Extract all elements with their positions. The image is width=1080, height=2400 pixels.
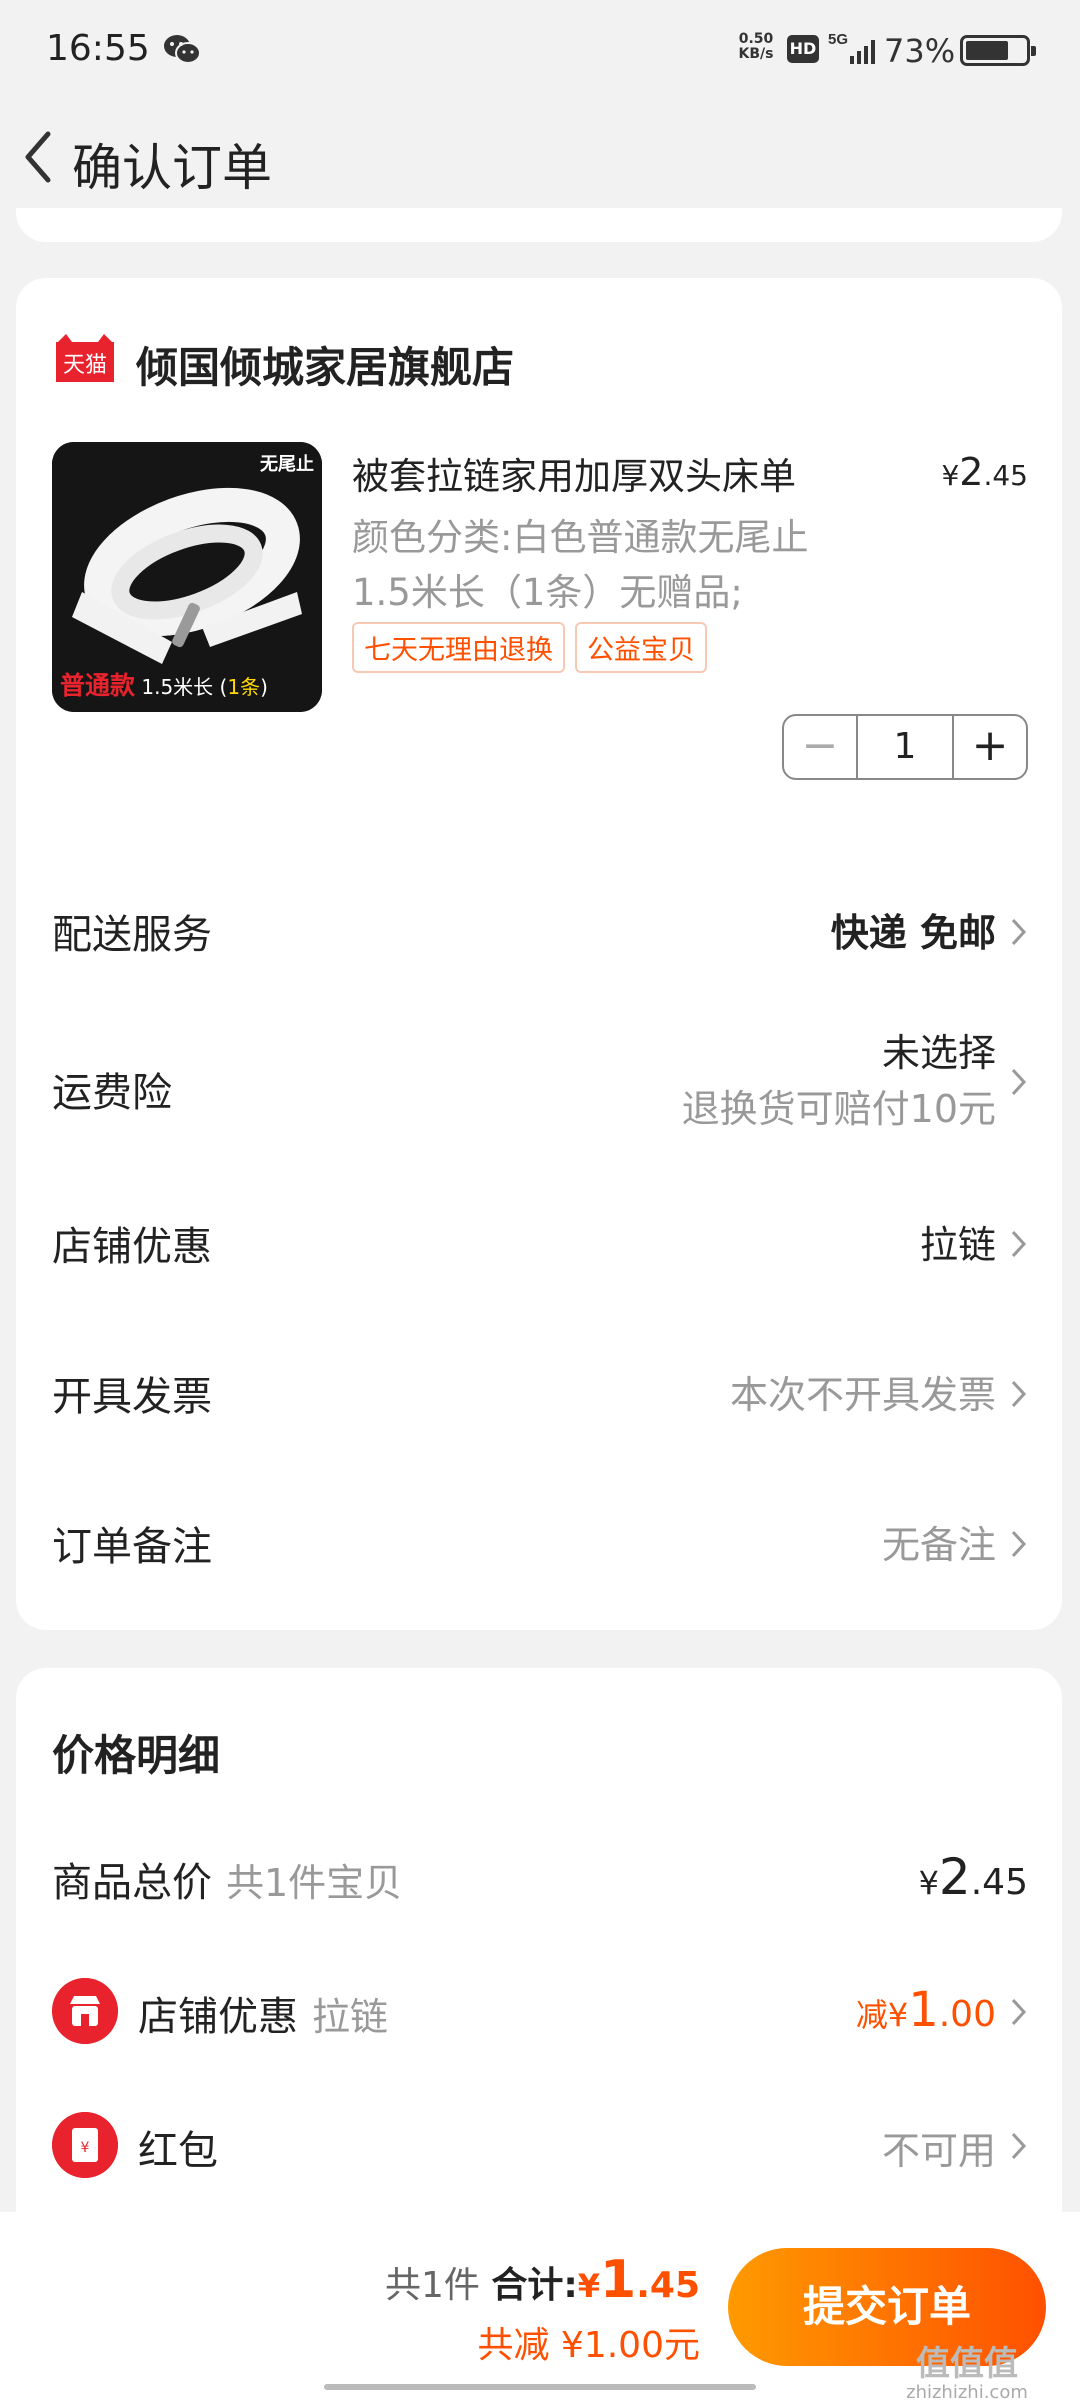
invoice-value: 本次不开具发票: [729, 1373, 996, 1417]
checkout-total-label: 合计:: [491, 2265, 578, 2306]
tag-seven-day-return: 七天无理由退换: [352, 622, 565, 673]
red-packet-label: 红包: [138, 2128, 218, 2174]
status-time: 16:55: [46, 28, 150, 69]
previous-card-edge: [16, 208, 1062, 242]
total-price-label: 商品总价: [52, 1860, 212, 1906]
chevron-right-icon: [1011, 2132, 1027, 2160]
image-label-top: 无尾止: [260, 454, 314, 475]
order-note-row[interactable]: 订单备注 无备注: [52, 1506, 1028, 1586]
order-note-label: 订单备注: [52, 1524, 212, 1570]
title-bar: 确认订单: [0, 100, 1080, 220]
quantity-stepper: − 1 +: [782, 714, 1028, 780]
back-button[interactable]: [14, 122, 64, 192]
item-count: 共1件宝贝: [226, 1861, 403, 1905]
shop-discount-row[interactable]: 店铺优惠 拉链: [52, 1206, 1028, 1286]
chevron-right-icon: [1011, 1380, 1027, 1408]
order-note-value: 无备注: [881, 1523, 996, 1567]
image-label-bottom: 普通款 1.5米长 (1条): [60, 671, 268, 700]
watermark: 值值值 zhizhizhi.com: [906, 2344, 1028, 2400]
hd-badge: HD: [787, 35, 819, 63]
invoice-row[interactable]: 开具发票 本次不开具发票: [52, 1356, 1028, 1436]
svg-text:5G: 5G: [828, 31, 848, 48]
product-spec[interactable]: 颜色分类:白色普通款无尾止 1.5米长（1条）无赠品;: [352, 510, 912, 620]
shipping-insurance-row[interactable]: 运费险 未选择 退换货可赔付10元: [52, 1022, 1028, 1142]
red-packet-value: 不可用: [881, 2129, 996, 2173]
price-detail-card: 价格明细 商品总价 共1件宝贝 ¥2.45 店铺优惠 拉链 减¥1.00 ¥ 红包: [16, 1668, 1062, 2268]
shop-discount-detail-row[interactable]: 店铺优惠 拉链 减¥1.00: [52, 1972, 1028, 2052]
home-indicator[interactable]: [324, 2384, 756, 2390]
delivery-label: 配送服务: [52, 912, 212, 958]
network-speed: 0.50 KB/s: [738, 31, 774, 62]
checkout-count: 共1件: [385, 2265, 480, 2306]
product-name[interactable]: 被套拉链家用加厚双头床单: [352, 446, 796, 500]
product-tags: 七天无理由退换 公益宝贝: [352, 622, 707, 673]
delivery-value: 快递 免邮: [830, 911, 996, 955]
total-price-value: ¥2.45: [918, 1848, 1028, 1906]
chevron-right-icon: [1011, 918, 1027, 946]
checkout-total: 共1件 合计:¥1.45: [385, 2250, 700, 2310]
shop-discount-label: 店铺优惠: [52, 1224, 212, 1270]
chevron-right-icon: [1011, 1068, 1027, 1096]
checkout-saved: 共减 ¥1.00元: [477, 2325, 700, 2366]
store-icon: [52, 1978, 118, 2044]
delivery-row[interactable]: 配送服务 快递 免邮: [52, 894, 1028, 974]
shop-discount-value: 拉链: [919, 1223, 996, 1267]
store-order-card: 天猫 倾国倾城家居旗舰店 无尾止 普通款 1.5米长 (1条) 被套拉链家用加厚…: [16, 278, 1062, 1630]
insurance-value: 未选择: [881, 1031, 996, 1075]
quantity-value[interactable]: 1: [858, 716, 952, 778]
price-detail-title: 价格明细: [52, 1731, 221, 1780]
invoice-label: 开具发票: [52, 1374, 212, 1420]
tag-charity: 公益宝贝: [575, 622, 707, 673]
svg-text:¥: ¥: [81, 2140, 90, 2156]
battery-level: [966, 41, 1008, 60]
increase-button[interactable]: +: [952, 716, 1026, 778]
svg-text:天猫: 天猫: [63, 353, 107, 378]
product-image[interactable]: 无尾止 普通款 1.5米长 (1条): [52, 442, 322, 712]
shop-discount-detail-sub: 拉链: [312, 1995, 389, 2039]
page-title: 确认订单: [72, 139, 272, 197]
shop-discount-detail-label: 店铺优惠: [138, 1994, 298, 2040]
store-name[interactable]: 倾国倾城家居旗舰店: [136, 334, 514, 395]
decrease-button[interactable]: −: [784, 716, 858, 778]
chevron-right-icon: [1011, 1230, 1027, 1258]
red-packet-icon: ¥: [52, 2112, 118, 2178]
battery-percent: 73%: [884, 32, 956, 70]
chevron-right-icon: [1011, 1998, 1027, 2026]
total-price-row: 商品总价 共1件宝贝 ¥2.45: [52, 1838, 1028, 1918]
wechat-icon: [164, 35, 201, 64]
battery-icon: [960, 35, 1036, 66]
signal-5g-icon: 5G: [828, 31, 875, 64]
product-price: ¥2.45: [941, 450, 1028, 494]
status-bar: 16:55 0.50 KB/s HD 5G 73%: [0, 0, 1080, 100]
insurance-label: 运费险: [52, 1070, 172, 1116]
tmall-logo: 天猫: [56, 334, 114, 382]
red-packet-row[interactable]: ¥ 红包 不可用: [52, 2106, 1028, 2186]
insurance-sub: 退换货可赔付10元: [681, 1087, 996, 1131]
shop-discount-amount: 减¥1.00: [855, 1982, 996, 2038]
chevron-right-icon: [1011, 1530, 1027, 1558]
